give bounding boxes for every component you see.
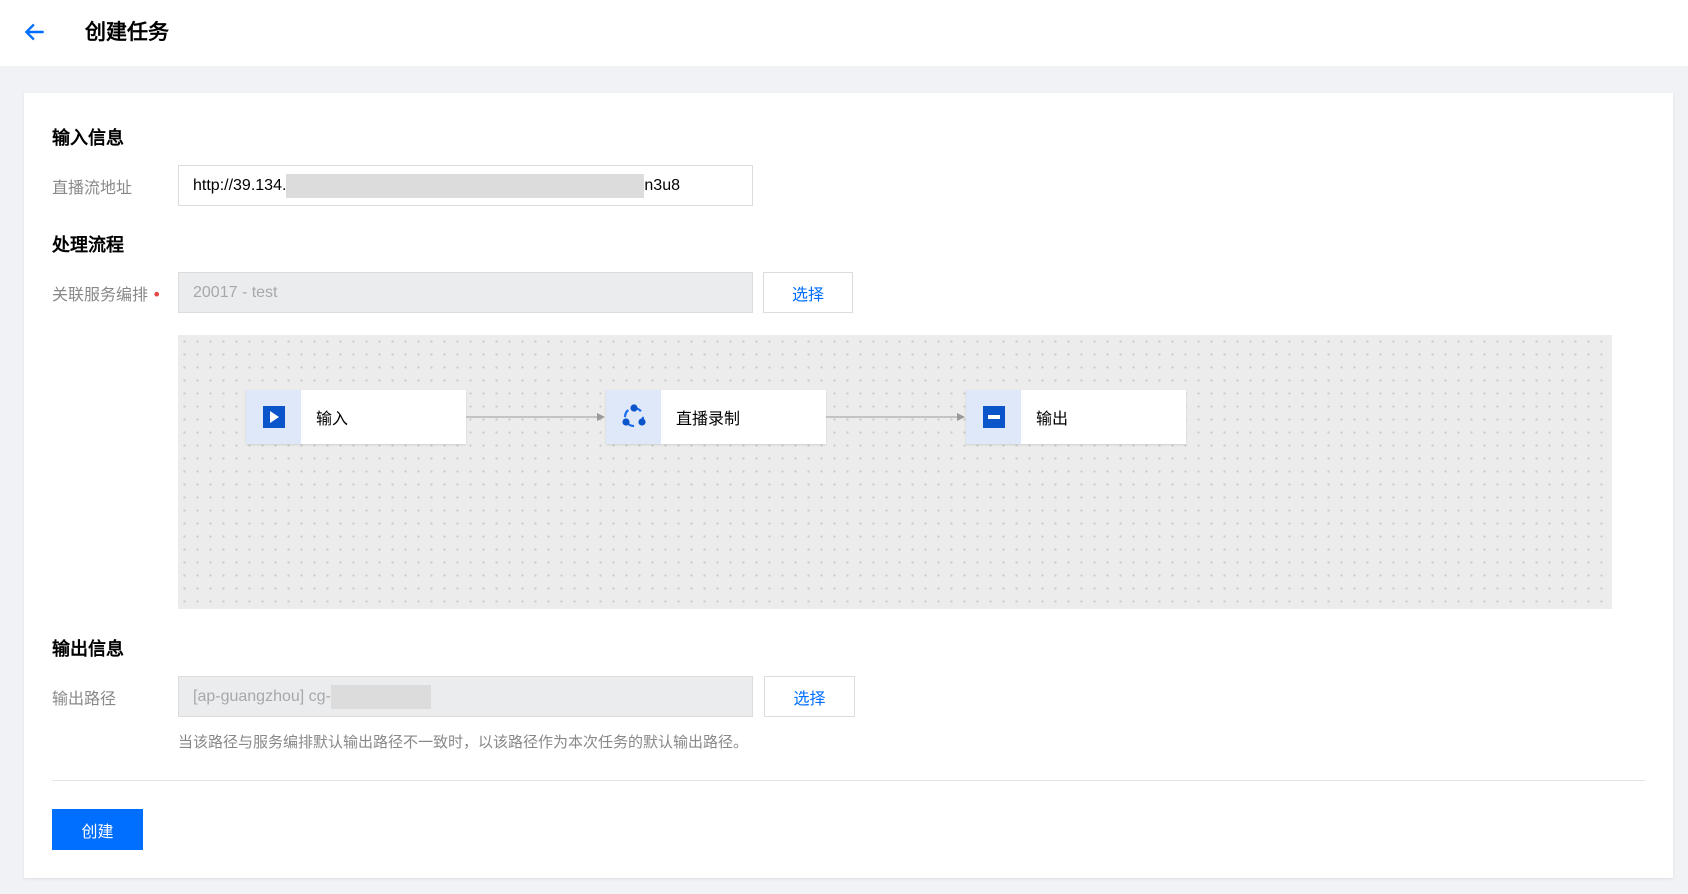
orchestration-label: 关联服务编排 •	[52, 281, 161, 305]
orchestration-label-text: 关联服务编排	[52, 285, 149, 304]
redacted-block	[330, 684, 431, 709]
node-icon-container	[246, 390, 301, 444]
redacted-block	[286, 173, 645, 198]
stream-url-label: 直播流地址	[52, 178, 133, 197]
flow-edge-arrow	[826, 413, 965, 421]
flow-node-output[interactable]: 输出	[966, 390, 1186, 444]
record-cycle-icon	[621, 404, 646, 428]
stream-url-prefix: http://39.134.	[193, 176, 287, 194]
node-icon-container	[606, 390, 661, 444]
output-section-title: 输出信息	[52, 639, 124, 660]
node-label: 输入	[316, 409, 349, 428]
stream-url-suffix: n3u8	[644, 176, 680, 194]
stream-url-input[interactable]: http://39.134. n3u8	[178, 165, 753, 206]
node-label: 直播录制	[676, 409, 741, 428]
page-header: 创建任务	[0, 0, 1688, 66]
flow-node-input[interactable]: 输入	[246, 390, 466, 444]
process-section-title: 处理流程	[52, 235, 124, 256]
select-output-path-button[interactable]: 选择	[764, 676, 855, 717]
output-path-hint: 当该路径与服务编排默认输出路径不一致时，以该路径作为本次任务的默认输出路径。	[178, 733, 749, 751]
input-section-title: 输入信息	[52, 128, 124, 149]
flow-edge-arrow	[466, 413, 605, 421]
form-card: 输入信息 直播流地址 http://39.134. n3u8 处理流程 关联服务编…	[24, 93, 1673, 878]
required-mark: •	[152, 285, 162, 304]
page-title: 创建任务	[85, 20, 169, 44]
output-path-label: 输出路径	[52, 689, 117, 708]
output-icon	[982, 406, 1005, 428]
output-path-input: [ap-guangzhou] cg-	[178, 676, 753, 717]
flow-node-live-record[interactable]: 直播录制	[606, 390, 826, 444]
arrow-left-icon[interactable]	[22, 19, 48, 45]
node-label: 输出	[1036, 409, 1069, 428]
flow-canvas[interactable]: 输入 直播录制 输出	[178, 335, 1612, 609]
divider	[52, 780, 1645, 781]
play-icon	[262, 406, 285, 428]
orchestration-input: 20017 - test	[178, 272, 753, 313]
output-path-prefix: [ap-guangzhou] cg-	[193, 687, 331, 705]
node-icon-container	[966, 390, 1021, 444]
select-orchestration-button[interactable]: 选择	[763, 272, 853, 313]
create-button[interactable]: 创建	[52, 809, 143, 850]
